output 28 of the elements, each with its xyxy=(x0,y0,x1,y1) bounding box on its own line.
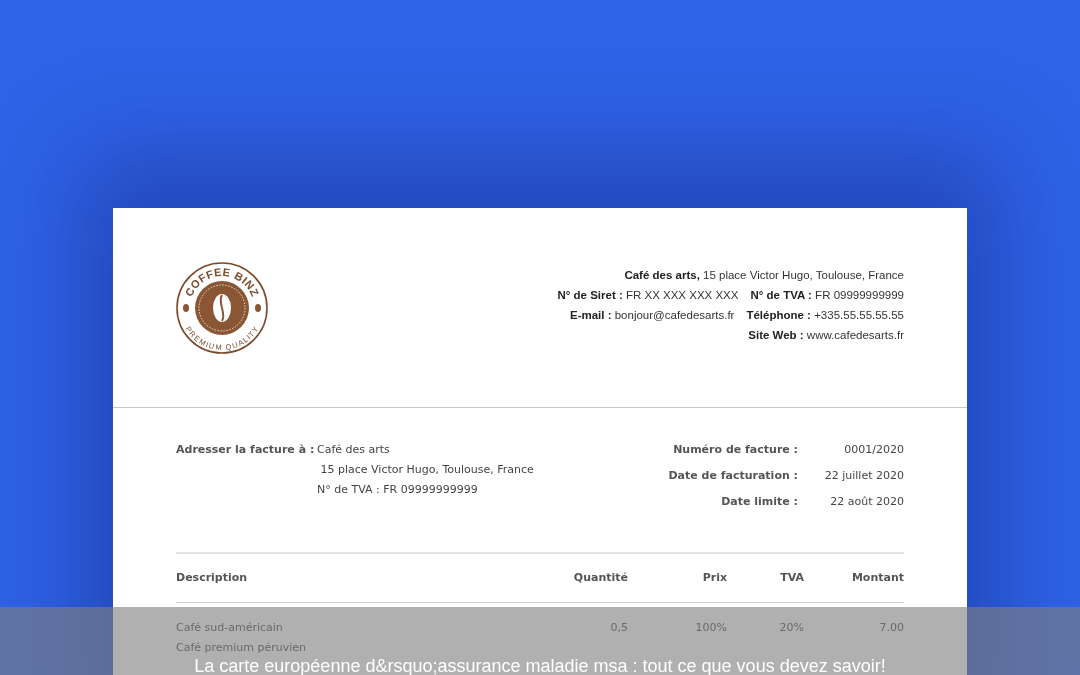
caption: La carte européenne d&rsquo;assurance maladie msa : tout ce que vous devez savoir! xyxy=(194,657,886,675)
column-header: Quantité xyxy=(572,569,628,586)
column-header: Montant xyxy=(850,569,904,586)
company-info: N° de TVA : FR 09999999999 xyxy=(750,287,904,303)
table-cell-text: 20% xyxy=(778,621,804,636)
table-cell-text: 100% xyxy=(694,621,727,636)
meta-label: Numéro de facture : xyxy=(672,442,798,458)
column-header: TVA xyxy=(779,569,804,586)
company-info: E-mail : bonjour@cafedesarts.fr xyxy=(569,307,735,323)
table-cell-text: Café sud-américain xyxy=(176,621,284,636)
meta-label: Date de facturation : xyxy=(667,468,798,484)
table-cell-text: Café premium péruvien xyxy=(176,641,308,655)
address-line: N° de TVA : FR 09999999999 xyxy=(317,482,479,498)
bill-to-label: Adresser la facture à : xyxy=(176,442,316,458)
column-header: Prix xyxy=(701,569,727,586)
address-line: Café des arts xyxy=(317,442,391,458)
table-cell-text: 7.00 xyxy=(878,621,904,636)
address-line: 15 place Victor Hugo, Toulouse, France xyxy=(319,462,534,478)
table-cell-text: 0,5 xyxy=(609,621,628,636)
company-info: Café des arts, 15 place Victor Hugo, Toulouse, France xyxy=(624,267,904,283)
meta-value: 0001/2020 xyxy=(843,442,904,458)
company-info: N° de Siret : FR XX XXX XXX XXX xyxy=(557,287,739,303)
meta-label: Date limite : xyxy=(720,494,798,510)
company-info: Site Web : www.cafedesarts.fr xyxy=(748,327,904,343)
meta-value: 22 juillet 2020 xyxy=(823,468,904,484)
meta-value: 22 août 2020 xyxy=(829,494,904,510)
column-header: Description xyxy=(176,569,249,586)
company-info: Téléphone : +335.55.55.55.55 xyxy=(746,307,904,323)
